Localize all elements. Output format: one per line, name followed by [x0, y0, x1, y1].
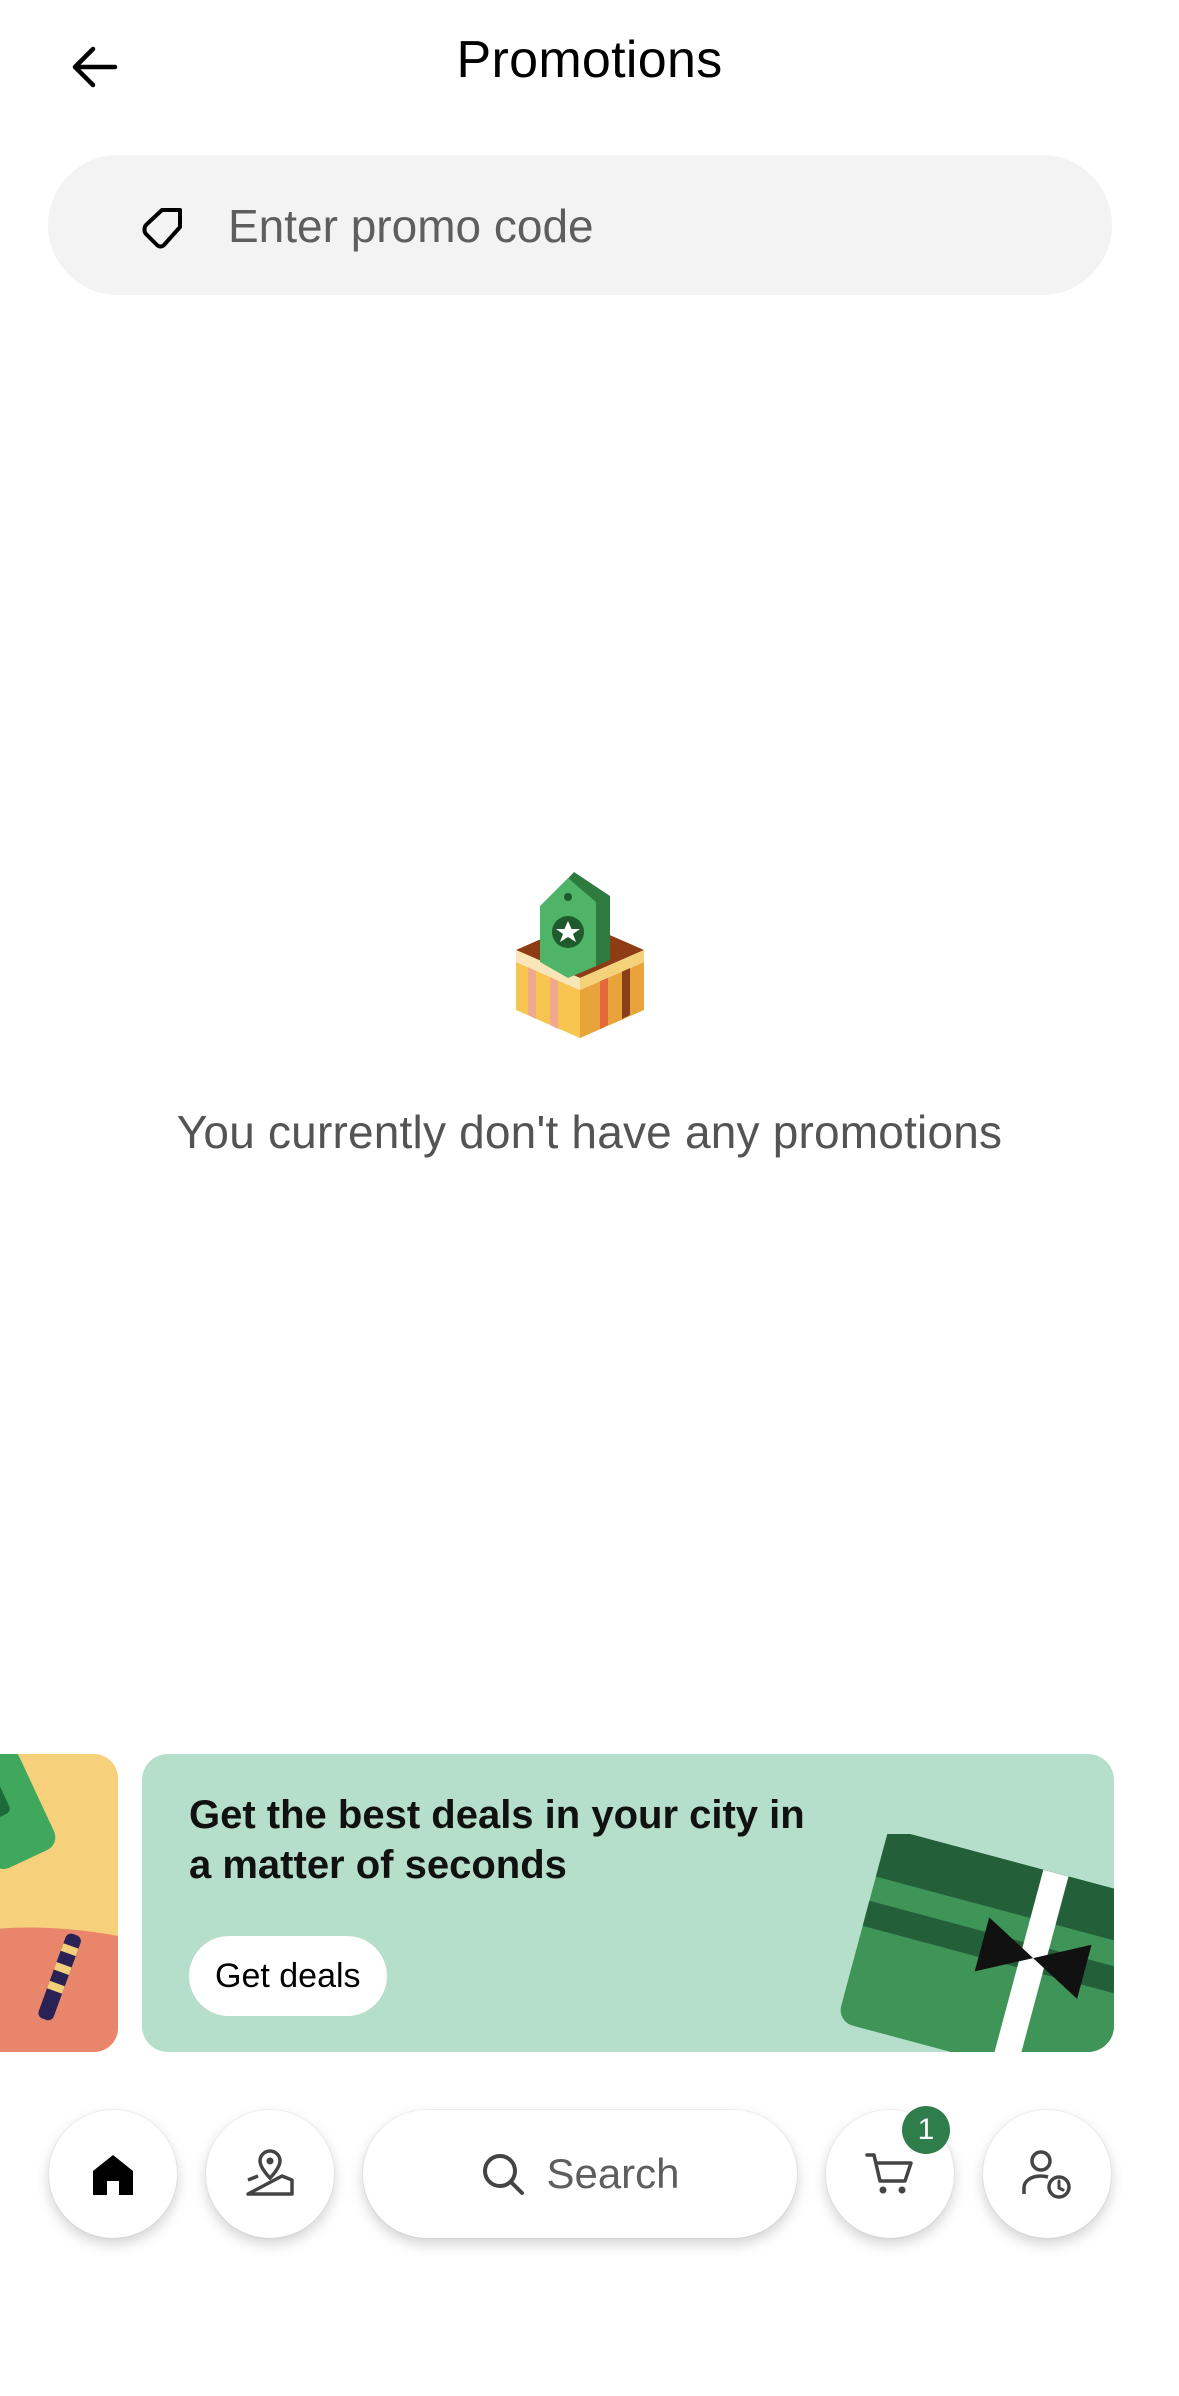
- promo-carousel[interactable]: Get the best deals in your city in a mat…: [0, 1754, 1179, 2054]
- nav-search[interactable]: Search: [363, 2110, 797, 2238]
- promo-code-input[interactable]: [226, 185, 1090, 267]
- pickup-location-icon: [246, 2149, 294, 2196]
- account-icon: [1022, 2150, 1071, 2199]
- empty-state-message: You currently don't have any promotions: [176, 1106, 1003, 1158]
- cart-icon: [865, 2153, 913, 2194]
- tag-icon: [142, 208, 182, 249]
- promo-code-field[interactable]: [48, 155, 1112, 295]
- home-icon: [93, 2155, 133, 2195]
- page-title: Promotions: [456, 31, 723, 89]
- nav-account[interactable]: [983, 2110, 1111, 2238]
- search-label: Search: [546, 2150, 680, 2197]
- previous-promo-card[interactable]: [0, 1754, 118, 2052]
- search-icon: [483, 2154, 525, 2195]
- nav-pickup[interactable]: [206, 2110, 334, 2238]
- gift-card-icon: [840, 1834, 1114, 2052]
- gift-box-with-tag-illustration: [516, 872, 644, 1038]
- cart-count-badge: 1: [902, 2106, 950, 2154]
- bottom-navigation: Search 1: [0, 2106, 1179, 2250]
- get-deals-button[interactable]: Get deals: [189, 1936, 387, 2016]
- deals-banner-card[interactable]: Get the best deals in your city in a mat…: [142, 1754, 1114, 2052]
- promo-card-artwork: [0, 1754, 118, 2052]
- header: Promotions: [0, 0, 1179, 130]
- banner-headline: Get the best deals in your city in a mat…: [189, 1793, 805, 1887]
- nav-home[interactable]: [49, 2110, 177, 2238]
